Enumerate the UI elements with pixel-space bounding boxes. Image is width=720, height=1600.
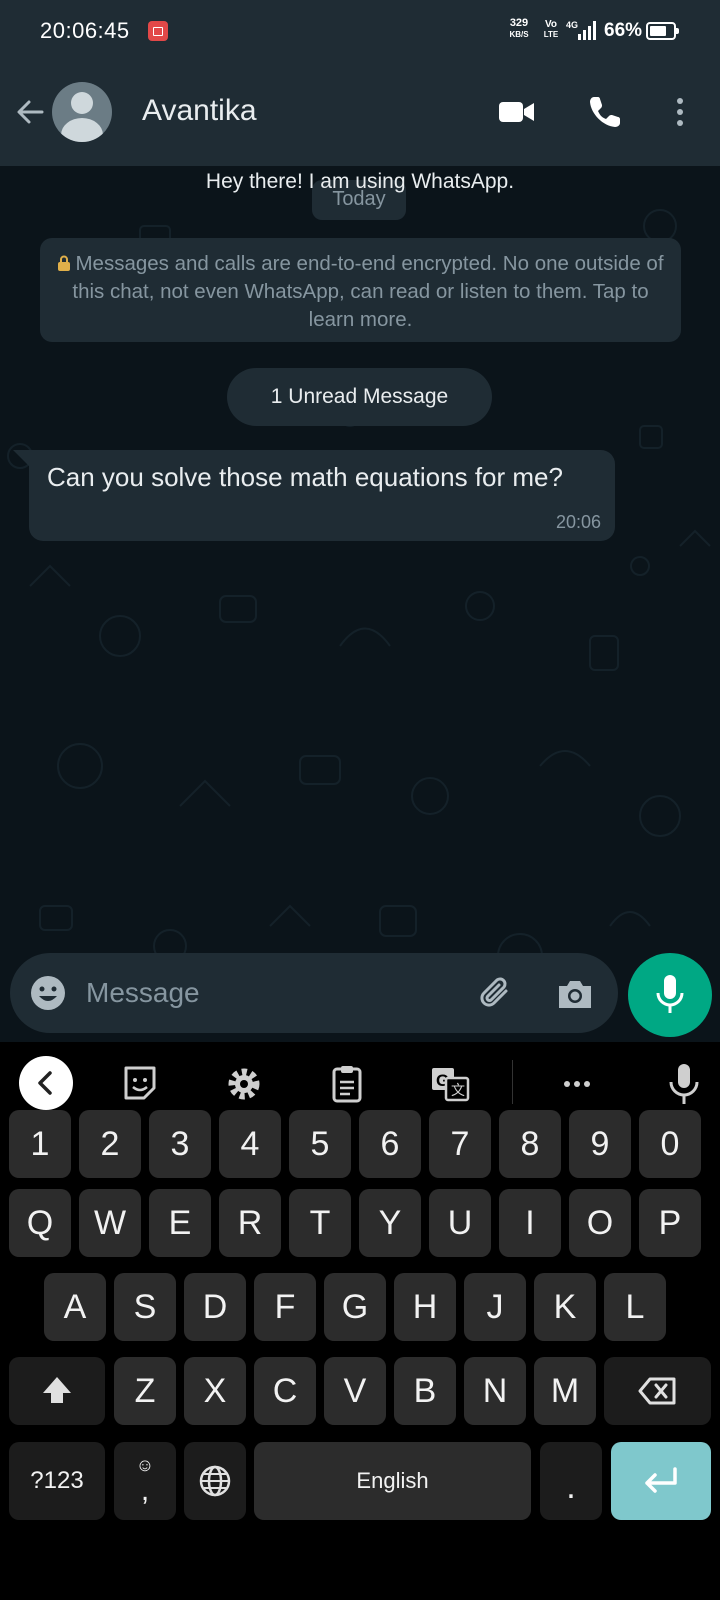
- key-r[interactable]: R: [219, 1189, 281, 1257]
- key-n[interactable]: N: [464, 1357, 526, 1425]
- volte-indicator: Vo LTE: [543, 19, 559, 40]
- key-3[interactable]: 3: [149, 1110, 211, 1178]
- clipboard-icon[interactable]: [323, 1060, 371, 1108]
- battery-icon: [646, 22, 679, 40]
- key-q[interactable]: Q: [9, 1189, 71, 1257]
- more-options-icon[interactable]: [664, 92, 696, 132]
- status-time: 20:06:45: [40, 18, 130, 43]
- globe-icon: [199, 1465, 231, 1497]
- key-6[interactable]: 6: [359, 1110, 421, 1178]
- contact-name[interactable]: Avantika: [142, 94, 257, 128]
- comma-emoji-key[interactable]: ☺,: [114, 1442, 176, 1520]
- incoming-message-bubble[interactable]: Can you solve those math equations for m…: [13, 450, 615, 541]
- key-k[interactable]: K: [534, 1273, 596, 1341]
- key-d[interactable]: D: [184, 1273, 246, 1341]
- message-list[interactable]: Hey there! I am using WhatsApp. Today Me…: [0, 166, 720, 1042]
- key-2[interactable]: 2: [79, 1110, 141, 1178]
- key-1[interactable]: 1: [9, 1110, 71, 1178]
- microphone-icon: [656, 975, 684, 1013]
- backspace-icon: [638, 1377, 675, 1405]
- enter-key[interactable]: [611, 1442, 711, 1520]
- battery-percent: 66%: [604, 20, 643, 41]
- message-input[interactable]: [86, 969, 456, 1017]
- key-7[interactable]: 7: [429, 1110, 491, 1178]
- message-composer: [10, 953, 618, 1033]
- unread-messages-badge: 1 Unread Message: [227, 368, 492, 426]
- key-g[interactable]: G: [324, 1273, 386, 1341]
- key-0[interactable]: 0: [639, 1110, 701, 1178]
- enter-arrow-icon: [645, 1467, 677, 1493]
- key-b[interactable]: B: [394, 1357, 456, 1425]
- attachment-icon[interactable]: [476, 973, 516, 1013]
- keyboard-collapse-button[interactable]: [19, 1056, 73, 1110]
- contact-about-status: Hey there! I am using WhatsApp.: [205, 170, 515, 193]
- shift-key[interactable]: [9, 1357, 105, 1425]
- chevron-left-icon: [38, 1071, 52, 1095]
- status-bar: 20:06:45 329 KB/S Vo LTE 4G 66%: [0, 0, 720, 64]
- key-z[interactable]: Z: [114, 1357, 176, 1425]
- voice-call-icon[interactable]: [585, 92, 625, 132]
- voice-input-mic-icon[interactable]: [660, 1060, 708, 1108]
- emoji-small-icon: ☺: [135, 1455, 155, 1475]
- key-y[interactable]: Y: [359, 1189, 421, 1257]
- key-t[interactable]: T: [289, 1189, 351, 1257]
- key-o[interactable]: O: [569, 1189, 631, 1257]
- voice-message-button[interactable]: [628, 953, 712, 1037]
- space-bar[interactable]: English: [254, 1442, 531, 1520]
- symbols-key[interactable]: ?123: [9, 1442, 105, 1520]
- key-4[interactable]: 4: [219, 1110, 281, 1178]
- key-v[interactable]: V: [324, 1357, 386, 1425]
- emoji-icon[interactable]: [28, 973, 68, 1013]
- key-f[interactable]: F: [254, 1273, 316, 1341]
- key-j[interactable]: J: [464, 1273, 526, 1341]
- key-a[interactable]: A: [44, 1273, 106, 1341]
- key-h[interactable]: H: [394, 1273, 456, 1341]
- more-horizontal-icon[interactable]: [553, 1060, 601, 1108]
- svg-text:文: 文: [451, 1083, 465, 1099]
- key-u[interactable]: U: [429, 1189, 491, 1257]
- toolbar-divider: [512, 1060, 513, 1104]
- key-p[interactable]: P: [639, 1189, 701, 1257]
- on-screen-keyboard: G 文 1234567890 QWERTYUIOP ASDFGHJKL ZXCVBNM…: [0, 1042, 720, 1600]
- contact-avatar[interactable]: [52, 82, 112, 142]
- key-s[interactable]: S: [114, 1273, 176, 1341]
- language-key[interactable]: [184, 1442, 246, 1520]
- back-arrow-icon[interactable]: [12, 94, 48, 130]
- whatsapp-chat-screen: 20:06:45 329 KB/S Vo LTE 4G 66% Avantika: [0, 0, 720, 1600]
- shift-arrow-icon: [43, 1377, 71, 1403]
- encryption-notice-text: Messages and calls are end-to-end encryp…: [72, 252, 664, 331]
- lock-icon: [58, 255, 71, 271]
- key-8[interactable]: 8: [499, 1110, 561, 1178]
- svg-text:4G: 4G: [566, 20, 578, 30]
- translate-icon[interactable]: G 文: [426, 1060, 474, 1108]
- network-speed: 329 KB/S: [509, 17, 529, 40]
- key-l[interactable]: L: [604, 1273, 666, 1341]
- message-timestamp: 20:06: [555, 512, 601, 532]
- encryption-notice[interactable]: Messages and calls are end-to-end encryp…: [40, 238, 681, 342]
- screen-record-icon: [148, 21, 168, 41]
- video-call-icon[interactable]: [497, 92, 537, 132]
- camera-icon[interactable]: [555, 974, 595, 1014]
- key-w[interactable]: W: [79, 1189, 141, 1257]
- key-m[interactable]: M: [534, 1357, 596, 1425]
- message-text: Can you solve those math equations for m…: [47, 462, 563, 492]
- key-x[interactable]: X: [184, 1357, 246, 1425]
- key-e[interactable]: E: [149, 1189, 211, 1257]
- comma-label: ,: [140, 1474, 150, 1507]
- signal-icon: 4G: [566, 20, 596, 40]
- key-5[interactable]: 5: [289, 1110, 351, 1178]
- backspace-key[interactable]: [604, 1357, 711, 1425]
- period-key[interactable]: .: [540, 1442, 602, 1520]
- key-9[interactable]: 9: [569, 1110, 631, 1178]
- key-c[interactable]: C: [254, 1357, 316, 1425]
- chat-header: Avantika: [0, 64, 720, 166]
- sticker-icon[interactable]: [116, 1060, 164, 1108]
- key-i[interactable]: I: [499, 1189, 561, 1257]
- settings-gear-icon[interactable]: [220, 1060, 268, 1108]
